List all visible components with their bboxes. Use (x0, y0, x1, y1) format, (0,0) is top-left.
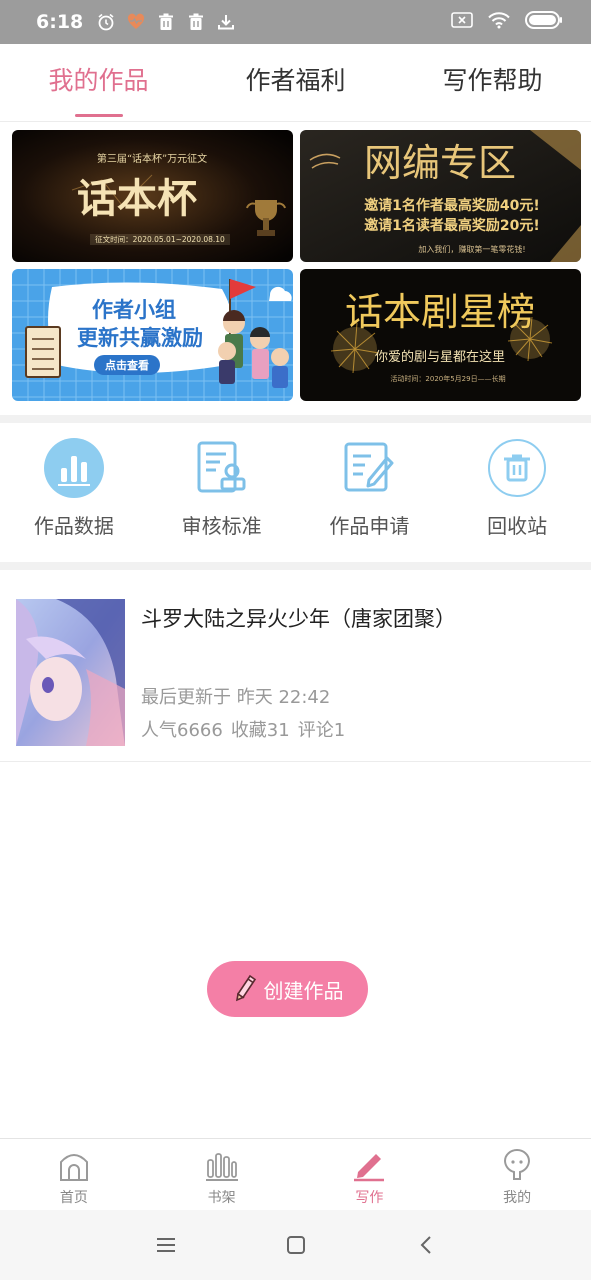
status-right-icons (451, 10, 563, 34)
work-favorites: 收藏31 (230, 720, 290, 741)
nav-label: 首页 (59, 1190, 88, 1206)
work-stats: 人气6666 收藏31 评论1 (141, 716, 345, 742)
pencil-icon (232, 972, 258, 1007)
work-title[interactable]: 斗罗大陆之异火少年（唐家团聚） (141, 603, 456, 633)
back-icon[interactable] (411, 1230, 441, 1260)
pen-icon (351, 1147, 387, 1183)
tool-review-standard[interactable]: 审核标准 (148, 424, 296, 562)
create-work-label: 创建作品 (263, 978, 344, 1003)
wifi-icon (487, 11, 511, 33)
heart-icon (127, 13, 145, 31)
trash-icon (487, 438, 547, 498)
home-icon (56, 1147, 92, 1183)
download-icon (217, 13, 235, 31)
nav-bookshelf[interactable]: 书架 (148, 1139, 296, 1210)
edit-document-icon (339, 438, 399, 498)
nav-label: 书架 (207, 1190, 236, 1206)
banner-4-title: 话本剧星榜 (345, 290, 535, 334)
banner-3-button: 点击查看 (105, 358, 149, 372)
tab-author-benefits[interactable]: 作者福利 (197, 44, 394, 121)
tool-label: 作品数据 (33, 514, 114, 538)
bookshelf-icon (204, 1147, 240, 1183)
status-left-icons (97, 13, 235, 31)
work-card[interactable]: 斗罗大陆之异火少年（唐家团聚） 最后更新于 昨天 22:42 人气6666 收藏… (0, 570, 591, 762)
tool-row: 作品数据 审核标准 作品申请 回收站 (0, 424, 591, 562)
banner-huaben-cup[interactable]: 第三届“话本杯”万元征文 话本杯 征文时间：2020.05.01~2020.08… (12, 130, 293, 262)
nav-write[interactable]: 写作 (296, 1139, 444, 1210)
tool-work-application[interactable]: 作品申请 (296, 424, 444, 562)
banner-drama-star-list[interactable]: 话本剧星榜 你爱的剧与星都在这里 活动时间：2020年5月29日——长期 (300, 269, 581, 401)
nav-home[interactable]: 首页 (0, 1139, 148, 1210)
tab-my-works[interactable]: 我的作品 (0, 44, 197, 121)
section-divider (0, 562, 591, 570)
work-last-updated: 最后更新于 昨天 22:42 (141, 687, 331, 708)
chart-icon (43, 438, 104, 498)
banner-4-subtitle: 你爱的剧与星都在这里 (375, 349, 505, 365)
nav-label: 写作 (355, 1190, 384, 1206)
clipboard-icon (25, 326, 61, 378)
work-comments: 评论1 (297, 720, 346, 741)
top-tabs: 我的作品 作者福利 写作帮助 (0, 44, 591, 122)
alarm-icon (97, 13, 115, 31)
status-time: 6:18 (36, 11, 84, 33)
trash-icon (187, 13, 205, 31)
tool-work-data[interactable]: 作品数据 (0, 424, 148, 562)
create-work-button[interactable]: 创建作品 (207, 961, 368, 1017)
banner-editor-zone[interactable]: 网编专区 邀请1名作者最高奖励40元! 邀请1名读者最高奖励20元! 加入我们，… (300, 130, 581, 262)
banner-1-top: 第三届“话本杯”万元征文 (97, 152, 207, 165)
section-divider (0, 415, 591, 423)
banner-author-group[interactable]: 作者小组 更新共赢激励 点击查看 (12, 269, 293, 401)
tab-writing-help[interactable]: 写作帮助 (394, 44, 591, 121)
tool-label: 作品申请 (329, 514, 410, 538)
banner-grid: 第三届“话本杯”万元征文 话本杯 征文时间：2020.05.01~2020.08… (12, 130, 581, 401)
banner-2-small: 加入我们，赚取第一笔零花钱! (418, 244, 525, 254)
banner-1-date: 征文时间：2020.05.01~2020.08.10 (95, 234, 225, 244)
banner-2-title: 网编专区 (364, 141, 516, 185)
menu-icon[interactable] (151, 1230, 181, 1260)
tool-recycle-bin[interactable]: 回收站 (443, 424, 591, 562)
review-standard-icon (192, 438, 252, 498)
trash-icon (157, 13, 175, 31)
banner-2-line2: 邀请1名读者最高奖励20元! (364, 217, 540, 234)
banner-2-line1: 邀请1名作者最高奖励40元! (364, 197, 540, 214)
sim-icon (451, 11, 473, 33)
nav-profile[interactable]: 我的 (443, 1139, 591, 1210)
profile-icon (499, 1147, 535, 1183)
tool-label: 回收站 (487, 514, 548, 538)
work-cover-image[interactable] (16, 599, 125, 746)
battery-icon (525, 10, 563, 34)
tool-label: 审核标准 (181, 514, 262, 538)
banner-1-title: 话本杯 (77, 175, 197, 222)
bottom-nav: 首页 书架 写作 我的 (0, 1138, 591, 1210)
system-navigation-bar (0, 1210, 591, 1280)
nav-label: 我的 (503, 1190, 532, 1206)
banner-4-small: 活动时间：2020年5月29日——长期 (390, 374, 505, 383)
banner-3-line1: 作者小组 (92, 298, 176, 322)
home-square-icon[interactable] (281, 1230, 311, 1260)
banner-3-line2: 更新共赢激励 (77, 326, 203, 350)
work-popularity: 人气6666 (141, 720, 223, 741)
status-bar: 6:18 (0, 0, 591, 44)
